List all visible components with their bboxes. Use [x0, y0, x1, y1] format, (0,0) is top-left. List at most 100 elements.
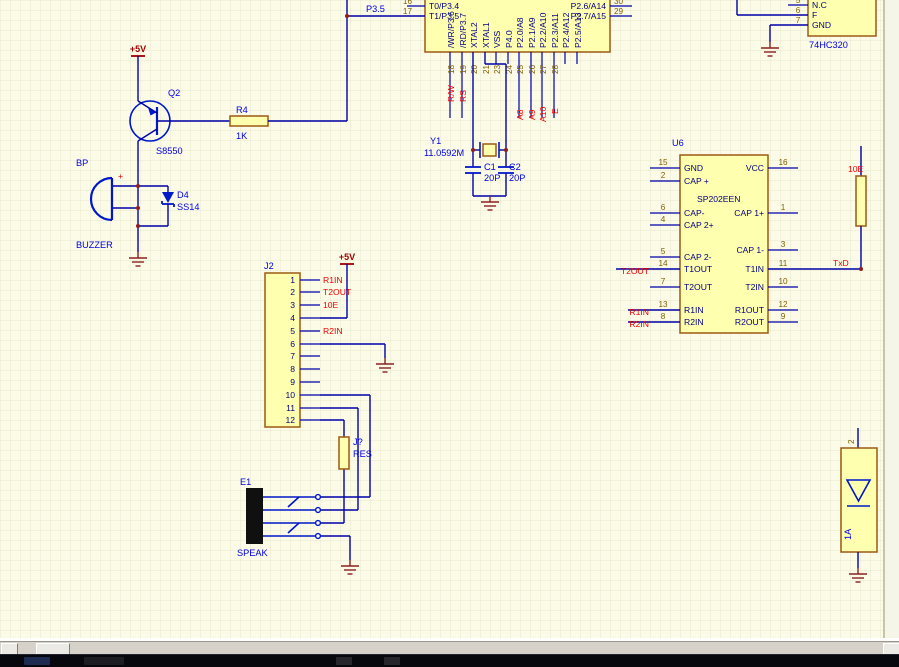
u6-designator: U6 [672, 138, 684, 148]
j2-pin-5: 5 [290, 326, 295, 336]
buzzer-designator: BP [76, 158, 88, 168]
mcu-bottom-num-6: 25 [516, 64, 525, 74]
hc320-name-gnd: GND [812, 20, 831, 30]
amp-label: 1A [843, 528, 853, 540]
net-label-a9: A9 [527, 109, 537, 120]
crystal-y1[interactable] [480, 142, 499, 158]
junction-dot [136, 206, 140, 210]
u6-rnum-10: 10 [778, 277, 788, 286]
mcu-right-pin2-number: 29 [614, 7, 624, 16]
u6-lnum-15: 15 [658, 158, 668, 167]
u6-rname-r1out: R1OUT [735, 305, 765, 315]
schematic-canvas[interactable]: 16 17 T0/P3.4 T1/P3.5 30 29 P2.6/A14 P2.… [0, 0, 899, 638]
j2-pin-6: 6 [290, 339, 295, 349]
u6-net-t2out: T2OUT [621, 266, 650, 276]
mcu-bottom-name-5: P4.0 [504, 30, 514, 48]
j2-net-r1in: R1IN [323, 275, 343, 285]
junction-dot [859, 267, 863, 271]
mcu-bottom-num-2: 20 [470, 64, 479, 74]
taskbar-window-button[interactable] [384, 657, 400, 665]
vcc-label: +5V [130, 44, 146, 54]
net-label-e: E [550, 108, 560, 114]
u6-rname-r2out: R2OUT [735, 317, 765, 327]
u6-lname-r1in: R1IN [684, 305, 704, 315]
mcu-bottom-num-8: 27 [539, 64, 548, 74]
u6-rname-cap1-minus: CAP 1- [736, 245, 764, 255]
net-label-rw: R/W [446, 84, 456, 102]
u6-lnum-13: 13 [658, 300, 668, 309]
net-label-rs: RS [458, 90, 468, 102]
j2-pin-2: 2 [290, 287, 295, 297]
junction-dot [345, 14, 349, 18]
u6-rname-t1in: T1IN [745, 264, 764, 274]
mcu-bottom-name-1: /RD/P3.7 [458, 13, 468, 48]
j2-pin-4: 4 [290, 313, 295, 323]
res-part: RES [353, 449, 372, 459]
mcu-bottom-name-0: /WR/P3.6 [446, 11, 456, 48]
amp-pin-number: 2 [847, 439, 856, 444]
mcu-bottom-num-1: 19 [459, 64, 468, 74]
j2-pin-8: 8 [290, 364, 295, 374]
mcu-bottom-num-4: 23 [493, 64, 502, 74]
j2-net-10e: 10E [323, 300, 339, 310]
u6-net-r1in: R1IN [629, 307, 649, 317]
q2-part: S8550 [156, 146, 183, 156]
u6-rnum-1: 1 [781, 203, 786, 212]
u6-rnum-3: 3 [781, 240, 786, 249]
junction-dot [471, 148, 475, 152]
j2-pin-7: 7 [290, 351, 295, 361]
j2-pin-12: 12 [285, 415, 295, 425]
taskbar-window-button[interactable] [84, 657, 124, 665]
u6-rnum-11: 11 [779, 259, 788, 268]
mcu-bottom-num-9: 28 [551, 64, 560, 74]
u6-lnum-8: 8 [661, 312, 666, 321]
u6-lnum-2: 2 [661, 171, 666, 180]
r4-designator: R4 [236, 105, 248, 115]
u6-lnum-5: 5 [661, 247, 666, 256]
e1-designator: E1 [240, 477, 251, 487]
mcu-bottom-num-0: 18 [447, 64, 456, 74]
u6-lnum-6: 6 [661, 203, 666, 212]
res-designator: J? [353, 437, 363, 447]
mcu-bottom-name-11: P2.5/A13 [573, 12, 583, 48]
mcu-right-pin1-name: P2.6/A14 [571, 1, 607, 11]
y1-designator: Y1 [430, 136, 441, 146]
hc320-designator: 74HC320 [809, 40, 848, 50]
j2-pin-10: 10 [285, 390, 295, 400]
taskbar-start-item[interactable] [24, 657, 50, 665]
e1-label: SPEAK [237, 548, 269, 558]
horizontal-scrollbar[interactable] [0, 641, 899, 655]
hc320-name-f: F [812, 10, 817, 20]
u6-lname-t2out: T2OUT [684, 282, 713, 292]
hc320-num-5: 5 [796, 0, 801, 5]
d4-designator: D4 [177, 190, 189, 200]
mcu-pin16-number: 16 [403, 0, 413, 6]
net-label-p3-5: P3.5 [366, 4, 385, 14]
y1-value: 11.0592M [424, 148, 464, 158]
u6-lname-cap2-plus: CAP 2+ [684, 220, 714, 230]
taskbar-window-button[interactable] [336, 657, 352, 665]
junction-dot [136, 224, 140, 228]
mcu-pin16-name: T0/P3.4 [429, 1, 459, 11]
mcu-bottom-name-9: P2.3/A11 [550, 13, 560, 48]
mcu-bottom-num-3: 21 [482, 64, 491, 74]
net-label-a10: A10 [538, 106, 548, 122]
j2-pin-1: 1 [290, 275, 295, 285]
hc320-num-7: 7 [796, 16, 801, 25]
u6-lname-r2in: R2IN [684, 317, 704, 327]
junction-dot [504, 148, 508, 152]
mcu-pin17-number: 17 [403, 7, 413, 16]
taskbar[interactable] [0, 654, 899, 667]
sheet-margin [885, 0, 899, 638]
c2-value: 20P [509, 173, 525, 183]
mcu-bottom-name-2: XTAL2 [469, 22, 479, 48]
mcu-bottom-name-10: P2.4/A12 [561, 12, 571, 48]
schematic-editor-window: 16 17 T0/P3.4 T1/P3.5 30 29 P2.6/A14 P2.… [0, 0, 899, 667]
u6-rname-t2in: T2IN [745, 282, 764, 292]
u6-rname-cap1-plus: CAP 1+ [734, 208, 764, 218]
mcu-bottom-name-4: VSS [492, 31, 502, 48]
u6-rnum-16: 16 [778, 158, 788, 167]
c1-designator: C1 [484, 162, 496, 172]
u6-part: SP202EEN [697, 194, 740, 204]
d4-part: SS14 [177, 202, 199, 212]
